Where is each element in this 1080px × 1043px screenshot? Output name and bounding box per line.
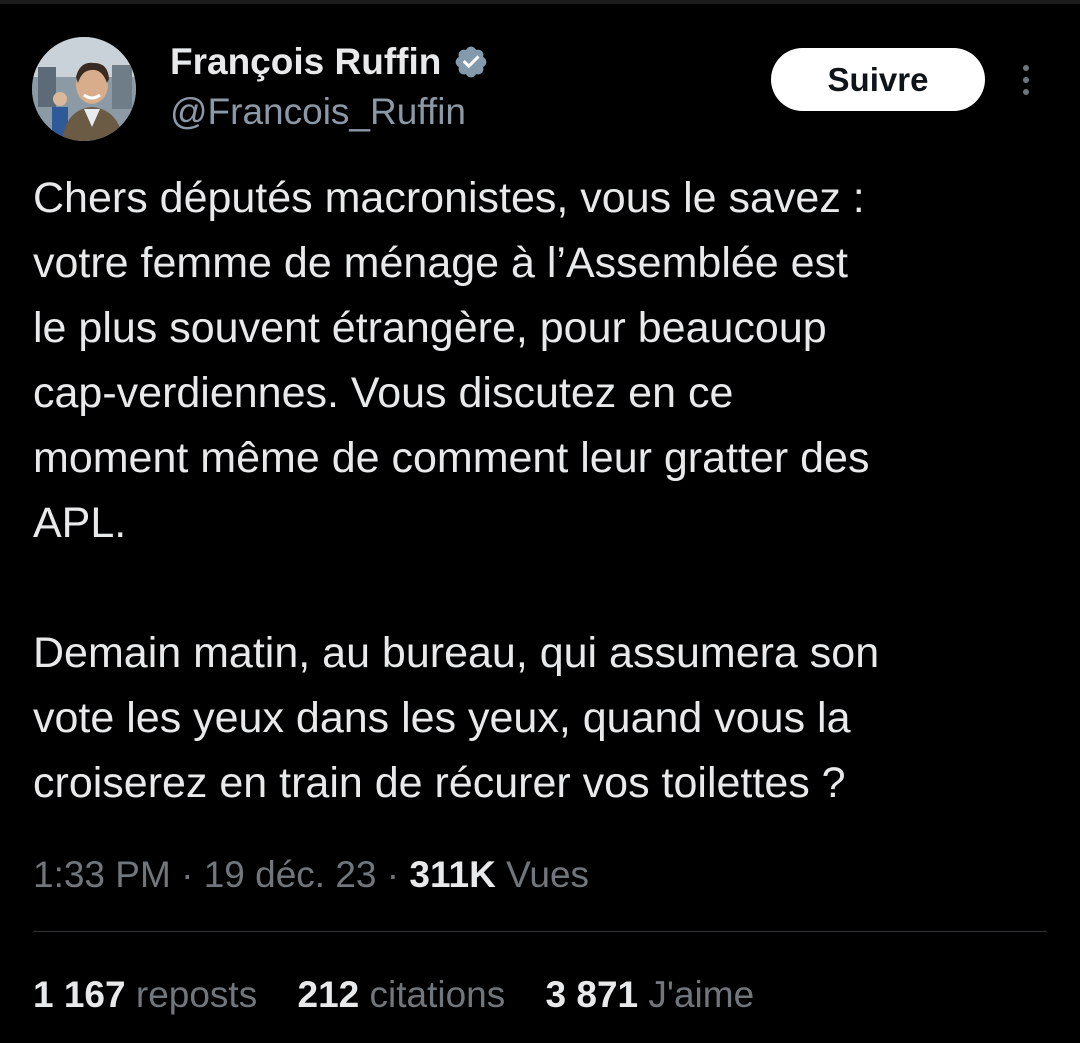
tweet-line: le plus souvent étrangère, pour beaucoup	[33, 304, 827, 352]
divider	[33, 931, 1047, 932]
tweet-text: Chers députés macronistes, vous le savez…	[33, 166, 1053, 816]
tweet-line: Demain matin, au bureau, qui assumera so…	[33, 629, 880, 677]
tweet-line: APL.	[33, 499, 127, 547]
views-count: 311K	[409, 854, 496, 895]
meta-separator: ·	[181, 854, 194, 895]
tweet-line: Chers députés macronistes, vous le savez…	[33, 174, 865, 222]
user-name-text: François Ruffin	[170, 41, 442, 82]
tweet-line: croiserez en train de récurer vos toilet…	[33, 759, 846, 807]
tweet-line: votre femme de ménage à l’Assemblée est	[33, 239, 849, 287]
engagement-stats: 1 167 reposts 212 citations 3 871 J'aime	[33, 968, 784, 1022]
stat-reposts[interactable]: 1 167 reposts	[33, 968, 257, 1022]
tweet-time[interactable]: 1:33 PM	[33, 854, 171, 895]
stat-count: 1 167	[33, 974, 126, 1015]
user-name[interactable]: François Ruffin	[170, 40, 489, 84]
stat-likes[interactable]: 3 871 J'aime	[546, 968, 755, 1022]
stat-label: reposts	[135, 974, 258, 1015]
tweet-line: moment même de comment leur gratter des	[33, 434, 870, 482]
stat-citations[interactable]: 212 citations	[298, 968, 506, 1022]
verified-badge-icon	[453, 44, 489, 80]
views-label: Vues	[506, 854, 590, 895]
stat-count: 212	[297, 974, 360, 1015]
meta-separator: ·	[386, 854, 400, 895]
follow-button[interactable]: Suivre	[771, 48, 985, 111]
tweet-header: François Ruffin @Francois_Ruffin Suivre	[0, 0, 1080, 150]
avatar[interactable]	[32, 37, 136, 141]
stat-label: J'aime	[648, 974, 755, 1015]
tweet-line: vote les yeux dans les yeux, quand vous …	[33, 694, 851, 742]
avatar-image	[32, 37, 136, 141]
tweet-date[interactable]: 19 déc. 23	[204, 854, 377, 895]
more-dots-vertical-icon[interactable]	[1010, 60, 1042, 100]
user-handle[interactable]: @Francois_Ruffin	[170, 90, 466, 134]
stat-count: 3 871	[545, 974, 639, 1015]
stat-label: citations	[369, 974, 506, 1015]
tweet-line: cap-verdiennes. Vous discutez en ce	[33, 369, 734, 417]
tweet-meta: 1:33 PM · 19 déc. 23 · 311K Vues	[33, 848, 589, 902]
